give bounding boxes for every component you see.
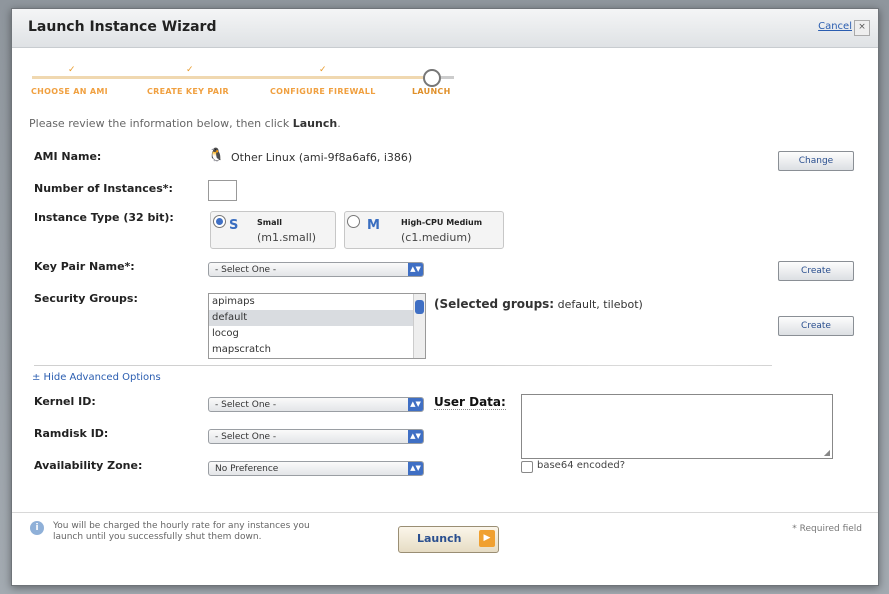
instance-type-highcpu-radio[interactable] [347, 215, 360, 228]
chevron-updown-icon: ▲▼ [408, 430, 423, 443]
instance-type-highcpu-option[interactable]: M High-CPU Medium (c1.medium) [344, 211, 504, 249]
create-key-pair-button[interactable]: Create [778, 261, 854, 281]
step-configure-firewall[interactable]: CONFIGURE FIREWALL [270, 87, 376, 96]
penguin-icon: 🐧 [208, 148, 225, 163]
chevron-updown-icon: ▲▼ [408, 462, 423, 475]
list-item[interactable]: default [209, 310, 425, 326]
ramdisk-id-select[interactable]: - Select One - ▲▼ [208, 429, 424, 444]
step-create-key-pair[interactable]: CREATE KEY PAIR [147, 87, 229, 96]
instance-type-label: Instance Type (32 bit): [34, 211, 174, 224]
step-check-icon: ✓ [319, 65, 327, 75]
listbox-scrollbar[interactable] [413, 294, 425, 358]
billing-note: You will be charged the hourly rate for … [53, 521, 310, 542]
instance-type-small-radio[interactable] [213, 215, 226, 228]
change-ami-button[interactable]: Change [778, 151, 854, 171]
chevron-updown-icon: ▲▼ [408, 398, 423, 411]
instance-type-highcpu-code: (c1.medium) [401, 231, 472, 244]
security-groups-listbox[interactable]: apimaps default locog mapscratch [208, 293, 426, 359]
required-field-note: * Required field [792, 524, 862, 534]
chevron-updown-icon: ▲▼ [408, 263, 423, 276]
list-item[interactable]: apimaps [209, 294, 425, 310]
base64-encoded-checkbox[interactable] [521, 461, 533, 473]
instance-type-small-option[interactable]: S Small (m1.small) [210, 211, 336, 249]
create-security-group-button[interactable]: Create [778, 316, 854, 336]
kernel-id-select-value: - Select One - [215, 400, 277, 410]
dialog-titlebar: Launch Instance Wizard Cancel × [12, 9, 878, 48]
key-pair-select[interactable]: - Select One - ▲▼ [208, 262, 424, 277]
arrow-right-icon: ▶ [479, 530, 495, 547]
selected-groups-text: (Selected groups: default, tilebot) [434, 297, 643, 311]
base64-encoded-label[interactable]: base64 encoded? [537, 460, 625, 471]
highcpu-instance-icon: M [367, 218, 380, 233]
user-data-textarea[interactable]: ◢ [521, 394, 833, 459]
intro-text: Please review the information below, the… [29, 117, 341, 130]
launch-wizard-dialog: Launch Instance Wizard Cancel × ✓ ✓ ✓ CH… [11, 8, 879, 586]
hide-advanced-options-link[interactable]: ± Hide Advanced Options [32, 372, 161, 383]
availability-zone-select-value: No Preference [215, 464, 279, 474]
step-launch: LAUNCH [412, 87, 451, 96]
scrollbar-thumb[interactable] [415, 300, 424, 314]
availability-zone-select[interactable]: No Preference ▲▼ [208, 461, 424, 476]
intro-text-main: Please review the information below, the… [29, 117, 293, 130]
list-item[interactable]: mapscratch [209, 342, 425, 358]
intro-text-end: . [337, 117, 341, 130]
step-check-icon: ✓ [68, 65, 76, 75]
number-of-instances-label: Number of Instances*: [34, 182, 173, 195]
footer-divider [12, 512, 878, 513]
key-pair-select-value: - Select One - [215, 265, 277, 275]
ramdisk-id-select-value: - Select One - [215, 432, 277, 442]
info-icon: i [30, 521, 44, 535]
current-step-indicator [423, 69, 441, 87]
kernel-id-select[interactable]: - Select One - ▲▼ [208, 397, 424, 412]
availability-zone-label: Availability Zone: [34, 459, 143, 472]
intro-text-bold: Launch [292, 117, 338, 130]
ami-name-value: Other Linux (ami-9f8a6af6, i386) [231, 151, 413, 164]
step-choose-ami[interactable]: CHOOSE AN AMI [31, 87, 108, 96]
instance-type-highcpu-name: High-CPU Medium [401, 218, 483, 227]
ami-name-label: AMI Name: [34, 150, 102, 163]
step-check-icon: ✓ [186, 65, 194, 75]
selected-groups-label: (Selected groups: [434, 297, 555, 311]
instance-type-small-code: (m1.small) [257, 231, 317, 244]
user-data-label: User Data: [434, 395, 506, 410]
selected-groups-value: default, tilebot) [554, 298, 643, 311]
section-divider [34, 365, 772, 366]
close-icon[interactable]: × [854, 20, 870, 36]
instance-type-small-name: Small [257, 218, 282, 227]
cancel-link[interactable]: Cancel [818, 21, 852, 32]
small-instance-icon: S [229, 218, 239, 233]
security-groups-label: Security Groups: [34, 292, 138, 305]
resize-handle-icon[interactable]: ◢ [824, 448, 830, 457]
launch-button-label: Launch [417, 532, 462, 545]
number-of-instances-input[interactable] [208, 180, 237, 201]
key-pair-name-label: Key Pair Name*: [34, 260, 135, 273]
dialog-title: Launch Instance Wizard [28, 19, 217, 35]
launch-button[interactable]: Launch ▶ [398, 526, 499, 553]
list-item[interactable]: locog [209, 326, 425, 342]
kernel-id-label: Kernel ID: [34, 395, 96, 408]
steps-progress-line [32, 76, 432, 79]
ramdisk-id-label: Ramdisk ID: [34, 427, 109, 440]
